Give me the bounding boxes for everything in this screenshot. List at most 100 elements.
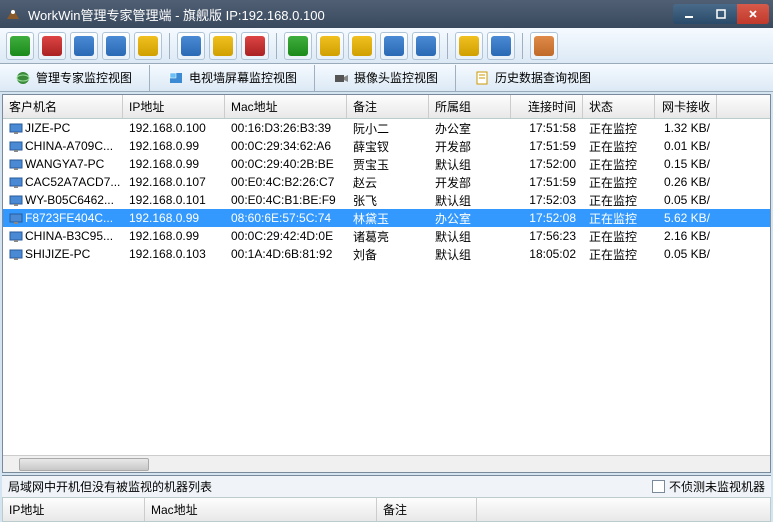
cell-remark: 张飞 [347, 191, 429, 210]
cell-ip: 192.168.0.99 [123, 156, 225, 172]
cell-ip: 192.168.0.101 [123, 192, 225, 208]
cell-ip: 192.168.0.100 [123, 120, 225, 136]
col-ip[interactable]: IP地址 [123, 95, 225, 118]
tab-camera-view[interactable]: 摄像头监控视图 [324, 67, 446, 89]
cell-net: 0.15 KB/ [655, 156, 717, 172]
camera-icon [332, 69, 350, 87]
maximize-button[interactable] [705, 4, 737, 24]
toolbar-btn-7[interactable] [209, 32, 237, 60]
toolbar-btn-9[interactable] [284, 32, 312, 60]
globe-icon [14, 69, 32, 87]
cell-net: 0.05 KB/ [655, 192, 717, 208]
window-controls [673, 4, 769, 24]
toolbar-separator [522, 33, 523, 59]
table-row[interactable]: CHINA-A709C...192.168.0.9900:0C:29:34:62… [3, 137, 770, 155]
cell-mac: 00:E0:4C:B2:26:C7 [225, 174, 347, 190]
monitor-icon [9, 249, 23, 261]
cell-name: F8723FE404C... [25, 211, 113, 225]
monitor-icon [9, 159, 23, 171]
cell-mac: 00:0C:29:42:4D:0E [225, 228, 347, 244]
cell-status: 正在监控 [583, 119, 655, 138]
cell-group: 默认组 [429, 245, 511, 264]
cell-ip: 192.168.0.107 [123, 174, 225, 190]
toolbar-btn-1[interactable] [6, 32, 34, 60]
no-detect-checkbox[interactable]: 不侦测未监视机器 [652, 478, 765, 495]
table-row[interactable]: WY-B05C6462...192.168.0.10100:E0:4C:B1:B… [3, 191, 770, 209]
cell-mac: 00:0C:29:34:62:A6 [225, 138, 347, 154]
cell-net: 0.26 KB/ [655, 174, 717, 190]
tab-label: 历史数据查询视图 [495, 69, 591, 86]
col-remark[interactable]: 备注 [347, 95, 429, 118]
bottom-col-remark[interactable]: 备注 [377, 498, 477, 521]
toolbar-btn-8[interactable] [241, 32, 269, 60]
cell-status: 正在监控 [583, 155, 655, 174]
col-net[interactable]: 网卡接收 [655, 95, 717, 118]
toolbar-btn-12[interactable] [380, 32, 408, 60]
cell-time: 17:52:03 [511, 192, 583, 208]
cell-status: 正在监控 [583, 191, 655, 210]
col-mac[interactable]: Mac地址 [225, 95, 347, 118]
toolbar-btn-4[interactable] [102, 32, 130, 60]
monitor-icon [9, 177, 23, 189]
col-group[interactable]: 所属组 [429, 95, 511, 118]
toolbar-separator [455, 65, 456, 91]
toolbar-btn-6[interactable] [177, 32, 205, 60]
cell-group: 开发部 [429, 173, 511, 192]
app-icon [4, 5, 22, 23]
cell-status: 正在监控 [583, 245, 655, 264]
cell-group: 默认组 [429, 191, 511, 210]
table-row[interactable]: JIZE-PC192.168.0.10000:16:D3:26:B3:39阮小二… [3, 119, 770, 137]
checkbox-label: 不侦测未监视机器 [669, 478, 765, 495]
cell-net: 1.32 KB/ [655, 120, 717, 136]
cell-ip: 192.168.0.99 [123, 228, 225, 244]
cell-time: 17:51:59 [511, 174, 583, 190]
toolbar-separator [149, 65, 150, 91]
cell-remark: 林黛玉 [347, 209, 429, 228]
scrollbar-thumb[interactable] [19, 458, 149, 471]
toolbar-btn-10[interactable] [316, 32, 344, 60]
cell-mac: 00:1A:4D:6B:81:92 [225, 246, 347, 262]
tab-monitor-view[interactable]: 管理专家监控视图 [6, 67, 140, 89]
toolbar-btn-14[interactable] [455, 32, 483, 60]
bottom-col-mac[interactable]: Mac地址 [145, 498, 377, 521]
table-row[interactable]: CAC52A7ACD7...192.168.0.10700:E0:4C:B2:2… [3, 173, 770, 191]
minimize-button[interactable] [673, 4, 705, 24]
bottom-col-ip[interactable]: IP地址 [3, 498, 145, 521]
toolbar-btn-16[interactable] [530, 32, 558, 60]
document-icon [473, 69, 491, 87]
cell-net: 5.62 KB/ [655, 210, 717, 226]
table-row[interactable]: SHIJIZE-PC192.168.0.10300:1A:4D:6B:81:92… [3, 245, 770, 263]
toolbar-btn-5[interactable] [134, 32, 162, 60]
cell-ip: 192.168.0.99 [123, 138, 225, 154]
table-row[interactable]: WANGYA7-PC192.168.0.9900:0C:29:40:2B:BE贾… [3, 155, 770, 173]
col-client-name[interactable]: 客户机名 [3, 95, 123, 118]
cell-remark: 诸葛亮 [347, 227, 429, 246]
toolbar-btn-11[interactable] [348, 32, 376, 60]
bottom-title-bar: 局域网中开机但没有被监视的机器列表 不侦测未监视机器 [2, 476, 771, 497]
tab-tvwall-view[interactable]: 电视墙屏幕监控视图 [159, 67, 305, 89]
monitor-icon [9, 123, 23, 135]
window-title: WorkWin管理专家管理端 - 旗舰版 IP:192.168.0.100 [28, 5, 673, 24]
cell-status: 正在监控 [583, 137, 655, 156]
toolbar-separator [169, 33, 170, 59]
cell-ip: 192.168.0.103 [123, 246, 225, 262]
close-button[interactable] [737, 4, 769, 24]
table-row[interactable]: CHINA-B3C95...192.168.0.9900:0C:29:42:4D… [3, 227, 770, 245]
table-row[interactable]: F8723FE404C...192.168.0.9908:60:6E:57:5C… [3, 209, 770, 227]
toolbar-btn-13[interactable] [412, 32, 440, 60]
tab-label: 电视墙屏幕监控视图 [189, 69, 297, 86]
monitor-icon [9, 195, 23, 207]
col-status[interactable]: 状态 [583, 95, 655, 118]
cell-group: 默认组 [429, 155, 511, 174]
col-time[interactable]: 连接时间 [511, 95, 583, 118]
toolbar-btn-3[interactable] [70, 32, 98, 60]
cell-time: 17:56:23 [511, 228, 583, 244]
tab-history-view[interactable]: 历史数据查询视图 [465, 67, 599, 89]
cell-remark: 刘备 [347, 245, 429, 264]
cell-time: 17:51:58 [511, 120, 583, 136]
toolbar-btn-2[interactable] [38, 32, 66, 60]
view-tabs-toolbar: 管理专家监控视图 电视墙屏幕监控视图 摄像头监控视图 历史数据查询视图 [0, 64, 773, 92]
horizontal-scrollbar[interactable] [3, 455, 770, 472]
toolbar-separator [447, 33, 448, 59]
toolbar-btn-15[interactable] [487, 32, 515, 60]
